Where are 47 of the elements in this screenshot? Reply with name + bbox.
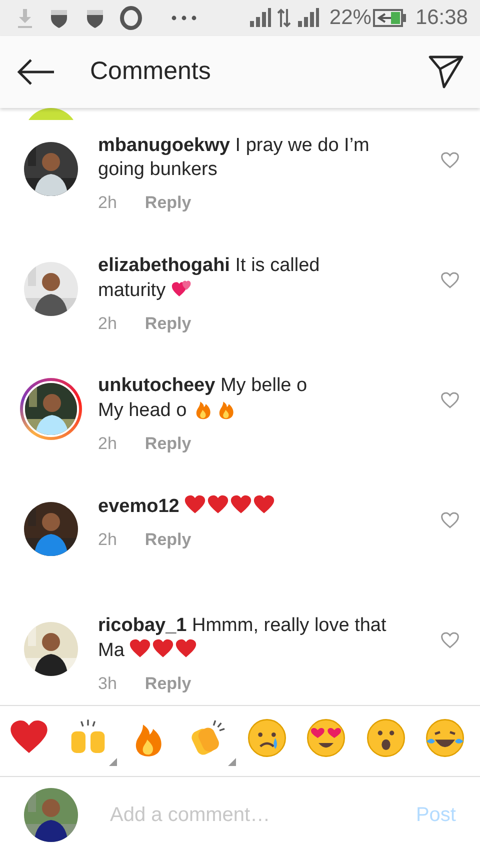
- comment-input[interactable]: Add a comment…: [108, 799, 416, 831]
- heart-icon: [207, 494, 230, 516]
- reply-link[interactable]: Reply: [144, 674, 192, 693]
- comment-text: My head o: [98, 400, 187, 421]
- comment-time: 2h: [98, 193, 117, 212]
- back-button[interactable]: [16, 57, 56, 87]
- heart-icon: [230, 494, 252, 516]
- reply-link[interactable]: Reply: [144, 434, 192, 453]
- page-title: Comments: [90, 56, 212, 88]
- comment-time: 3h: [98, 674, 117, 693]
- battery-charging-icon: [373, 8, 408, 28]
- heart-eyes-face-icon: [306, 718, 346, 758]
- heart-icon: [175, 638, 198, 660]
- heart-icon: [253, 494, 276, 516]
- reply-link[interactable]: Reply: [144, 530, 192, 549]
- comment-time: 2h: [98, 314, 117, 333]
- comment-time: 2h: [98, 530, 117, 549]
- surprised-face-icon: [366, 718, 406, 758]
- crying-face-icon: [246, 718, 287, 758]
- corner-triangle-icon: [109, 758, 118, 766]
- comment-text: Ma: [98, 640, 124, 661]
- comment-text: mbanugoekwy I pray we do I’m: [98, 135, 370, 156]
- heart-icon: [152, 638, 174, 660]
- data-icon: [277, 7, 292, 29]
- comment-time: 2h: [98, 434, 117, 453]
- ring-icon: [120, 6, 142, 30]
- clock: 16:38: [415, 5, 468, 32]
- reply-link[interactable]: Reply: [144, 314, 192, 333]
- corner-triangle-icon: [228, 758, 236, 766]
- comment-text: unkutocheey My belle o: [98, 375, 308, 396]
- send-button[interactable]: [428, 55, 464, 89]
- reply-link[interactable]: Reply: [144, 193, 192, 212]
- shield-icon: [48, 7, 70, 29]
- comment-text: ricobay_1 Hmmm, really love that: [98, 615, 386, 636]
- download-icon: [16, 7, 34, 29]
- comment-text: elizabethogahi It is called: [98, 255, 320, 276]
- battery-percentage: 22%: [329, 5, 372, 32]
- heart-icon: [129, 638, 152, 660]
- heart-icon: [184, 494, 206, 516]
- comment-text: evemo12: [98, 496, 180, 517]
- comment-text: maturity: [98, 280, 166, 301]
- comment-text: going bunkers: [98, 159, 218, 180]
- signal-icon: [249, 7, 272, 29]
- laughing-face-icon: [424, 718, 465, 758]
- signal-icon: [297, 7, 320, 29]
- more-icon: [170, 15, 198, 21]
- shield-icon: [84, 7, 106, 29]
